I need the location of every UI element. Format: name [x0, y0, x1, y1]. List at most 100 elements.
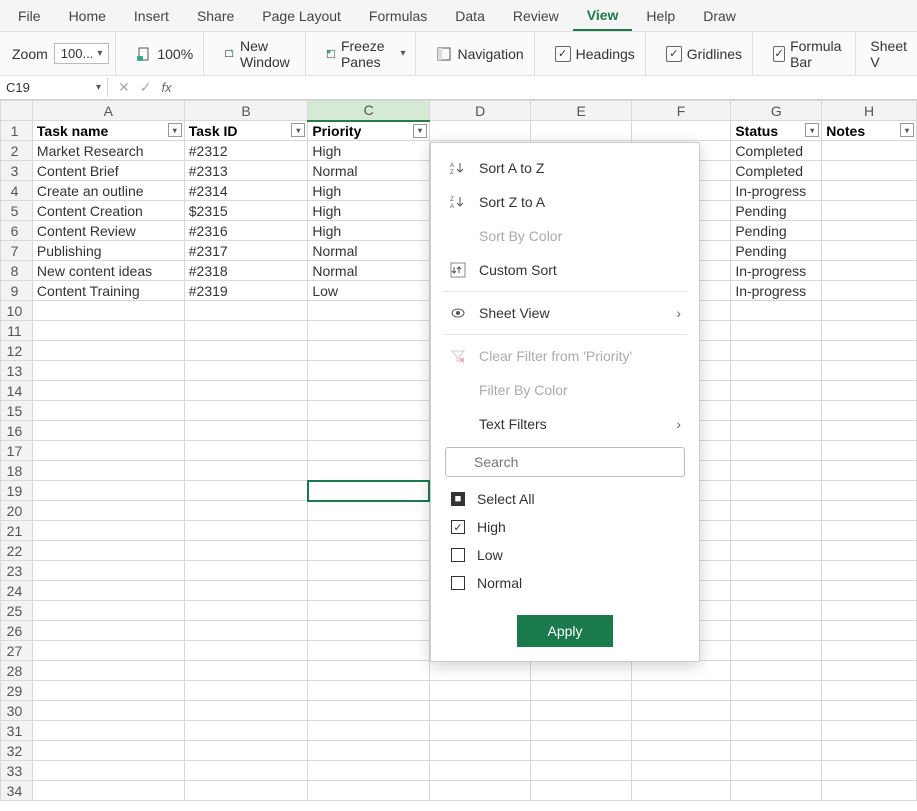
- cell[interactable]: Content Brief: [32, 161, 184, 181]
- cell[interactable]: [184, 621, 308, 641]
- cell[interactable]: [822, 521, 917, 541]
- cell[interactable]: [731, 361, 822, 381]
- cell[interactable]: [184, 701, 308, 721]
- row-header[interactable]: 10: [1, 301, 33, 321]
- cell[interactable]: [822, 721, 917, 741]
- cell[interactable]: [731, 321, 822, 341]
- cell[interactable]: [32, 701, 184, 721]
- cell[interactable]: [32, 421, 184, 441]
- cell[interactable]: [308, 741, 430, 761]
- row-header[interactable]: 24: [1, 581, 33, 601]
- row-header[interactable]: 7: [1, 241, 33, 261]
- col-header-E[interactable]: E: [531, 101, 631, 121]
- cell[interactable]: [308, 721, 430, 741]
- cell[interactable]: [308, 321, 430, 341]
- row-header[interactable]: 19: [1, 481, 33, 501]
- cell[interactable]: [731, 661, 822, 681]
- cell[interactable]: Pending: [731, 221, 822, 241]
- custom-sort-item[interactable]: Custom Sort: [431, 253, 699, 287]
- cell[interactable]: Completed: [731, 141, 822, 161]
- row-header[interactable]: 23: [1, 561, 33, 581]
- cell[interactable]: [731, 701, 822, 721]
- cell[interactable]: [308, 441, 430, 461]
- row-header[interactable]: 3: [1, 161, 33, 181]
- cell[interactable]: [822, 501, 917, 521]
- cell[interactable]: [822, 581, 917, 601]
- cell[interactable]: [429, 681, 530, 701]
- cell[interactable]: [731, 581, 822, 601]
- cell[interactable]: [308, 481, 430, 501]
- cell[interactable]: [822, 241, 917, 261]
- row-header[interactable]: 1: [1, 121, 33, 141]
- cell[interactable]: [822, 481, 917, 501]
- cell[interactable]: [631, 721, 730, 741]
- cell[interactable]: [184, 741, 308, 761]
- cell[interactable]: [531, 761, 631, 781]
- cell[interactable]: #2316: [184, 221, 308, 241]
- cell[interactable]: Pending: [731, 241, 822, 261]
- cell[interactable]: [32, 521, 184, 541]
- cell[interactable]: [32, 741, 184, 761]
- cell[interactable]: [184, 321, 308, 341]
- cell[interactable]: [32, 721, 184, 741]
- cell[interactable]: [731, 501, 822, 521]
- cell[interactable]: [308, 301, 430, 321]
- cell[interactable]: [32, 321, 184, 341]
- cell[interactable]: [822, 621, 917, 641]
- cell[interactable]: In-progress: [731, 281, 822, 301]
- cell[interactable]: [184, 781, 308, 801]
- cell[interactable]: [531, 121, 631, 141]
- cell[interactable]: [731, 421, 822, 441]
- cell[interactable]: [822, 741, 917, 761]
- cell[interactable]: [32, 461, 184, 481]
- cell[interactable]: [822, 141, 917, 161]
- row-header[interactable]: 6: [1, 221, 33, 241]
- cell[interactable]: [822, 761, 917, 781]
- cell[interactable]: [429, 741, 530, 761]
- cell[interactable]: High: [308, 141, 430, 161]
- cell[interactable]: Content Review: [32, 221, 184, 241]
- filter-dropdown-button[interactable]: ▾: [900, 123, 914, 137]
- cell[interactable]: [184, 441, 308, 461]
- cell[interactable]: [184, 601, 308, 621]
- row-header[interactable]: 15: [1, 401, 33, 421]
- cell[interactable]: [631, 661, 730, 681]
- cell[interactable]: Normal: [308, 261, 430, 281]
- apply-button[interactable]: Apply: [517, 615, 612, 647]
- cell[interactable]: [731, 641, 822, 661]
- cell[interactable]: [531, 741, 631, 761]
- menu-formulas[interactable]: Formulas: [355, 2, 441, 30]
- cell[interactable]: [731, 761, 822, 781]
- row-header[interactable]: 8: [1, 261, 33, 281]
- cell[interactable]: [32, 661, 184, 681]
- cell[interactable]: [308, 461, 430, 481]
- cell[interactable]: [822, 261, 917, 281]
- cell[interactable]: [731, 301, 822, 321]
- menu-file[interactable]: File: [4, 2, 55, 30]
- cell[interactable]: [822, 661, 917, 681]
- cell[interactable]: [822, 421, 917, 441]
- cell[interactable]: High: [308, 201, 430, 221]
- cell[interactable]: Priority▾: [308, 121, 430, 141]
- zoom-select[interactable]: 100... ▾: [54, 43, 110, 64]
- cell[interactable]: [32, 761, 184, 781]
- select-all-checkbox[interactable]: ■ Select All: [431, 485, 699, 513]
- cell[interactable]: [822, 641, 917, 661]
- cell[interactable]: [429, 121, 530, 141]
- cell[interactable]: [308, 661, 430, 681]
- col-header-F[interactable]: F: [631, 101, 730, 121]
- row-header[interactable]: 33: [1, 761, 33, 781]
- menu-review[interactable]: Review: [499, 2, 573, 30]
- cell[interactable]: #2312: [184, 141, 308, 161]
- row-header[interactable]: 21: [1, 521, 33, 541]
- row-header[interactable]: 26: [1, 621, 33, 641]
- cell[interactable]: [731, 441, 822, 461]
- filter-dropdown-button[interactable]: ▾: [805, 123, 819, 137]
- cell[interactable]: [429, 761, 530, 781]
- cell[interactable]: Normal: [308, 161, 430, 181]
- cell[interactable]: [822, 561, 917, 581]
- fx-icon[interactable]: fx: [161, 80, 171, 95]
- cell[interactable]: [731, 621, 822, 641]
- cell[interactable]: [822, 361, 917, 381]
- zoom-100-button[interactable]: 100%: [132, 44, 197, 64]
